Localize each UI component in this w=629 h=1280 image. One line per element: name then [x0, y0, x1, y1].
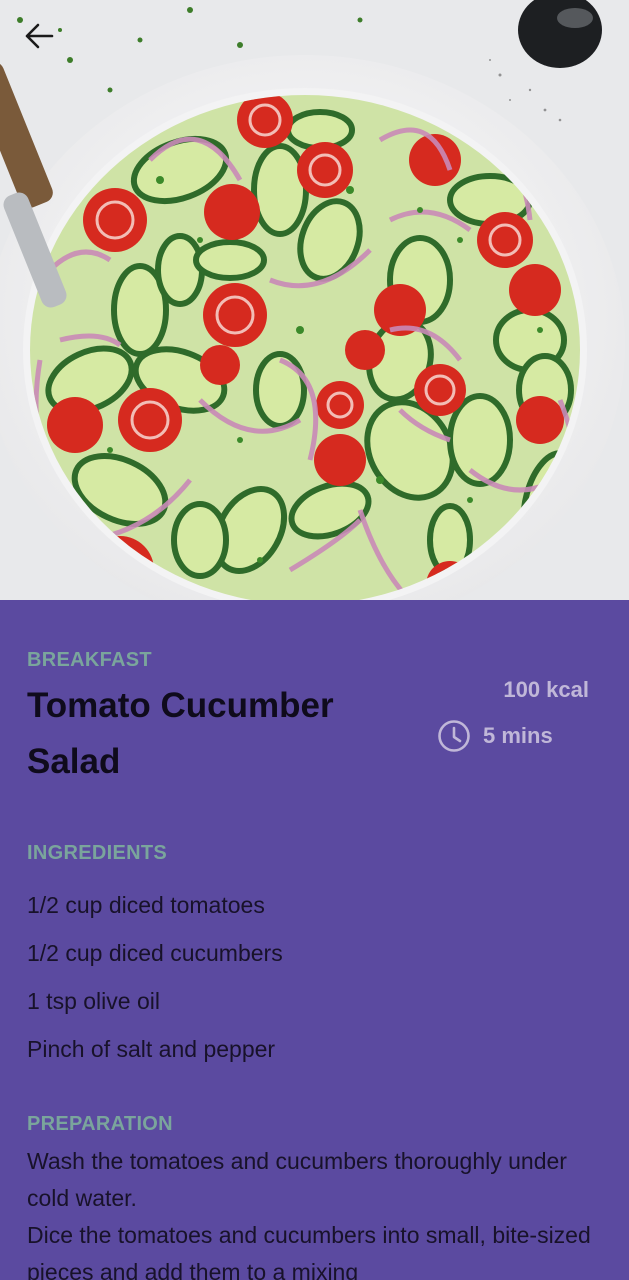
recipe-category: BREAKFAST — [27, 649, 152, 671]
recipe-content: BREAKFAST Tomato Cucumber Salad 100 kcal… — [0, 600, 629, 1280]
hero-image — [0, 0, 629, 600]
list-item: 1/2 cup diced tomatoes — [27, 892, 265, 918]
recipe-title: Tomato Cucumber Salad — [27, 686, 334, 781]
prep-time-label: 5 mins — [483, 723, 553, 748]
back-button[interactable] — [24, 22, 68, 60]
prep-time: 5 mins — [437, 719, 553, 753]
salad-bowl-photo — [0, 0, 629, 600]
preparation-step: Dice the tomatoes and cucumbers into sma… — [27, 1222, 591, 1280]
ingredients-list: 1/2 cup diced tomatoes 1/2 cup diced cuc… — [27, 885, 283, 1077]
arrow-left-icon — [25, 23, 54, 49]
list-item: 1 tsp olive oil — [27, 988, 160, 1014]
preparation-steps: Wash the tomatoes and cucumbers thorough… — [27, 1143, 607, 1280]
calories-label: 100 kcal — [503, 677, 589, 702]
preparation-step: Wash the tomatoes and cucumbers thorough… — [27, 1148, 567, 1211]
list-item: Pinch of salt and pepper — [27, 1036, 276, 1062]
clock-icon — [438, 720, 470, 752]
list-item: 1/2 cup diced cucumbers — [27, 940, 283, 966]
preparation-heading: PREPARATION — [27, 1113, 173, 1135]
recipe-detail-screen: BREAKFAST Tomato Cucumber Salad 100 kcal… — [0, 0, 629, 1280]
ingredients-heading: INGREDIENTS — [27, 842, 167, 864]
